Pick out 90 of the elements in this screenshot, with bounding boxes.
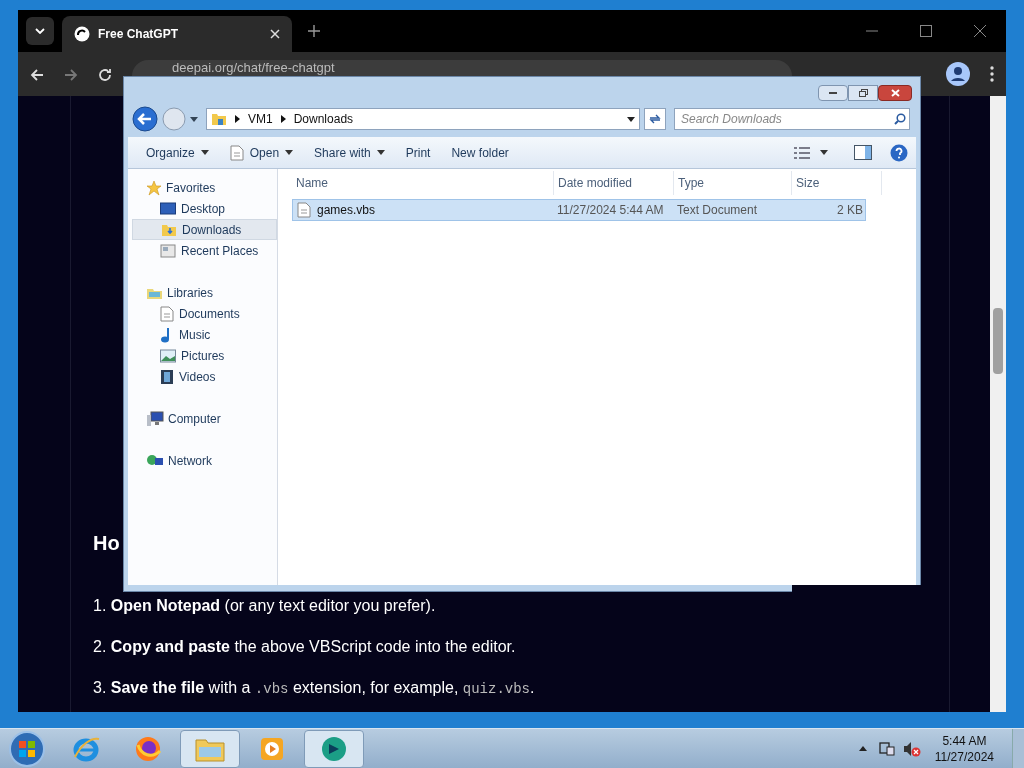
toolbar-button[interactable]: Print <box>397 140 439 165</box>
minimize-icon <box>829 92 837 94</box>
new-tab-icon[interactable] <box>308 25 320 37</box>
caret-icon <box>200 150 209 155</box>
close-button[interactable] <box>878 85 912 101</box>
clock-time: 5:44 AM <box>942 732 987 749</box>
close-icon[interactable] <box>974 25 986 37</box>
list-view-icon <box>794 146 810 159</box>
nav-item[interactable]: Pictures <box>132 345 277 366</box>
preview-pane-icon[interactable] <box>854 145 872 160</box>
refresh-button[interactable] <box>644 108 666 130</box>
toolbar-button[interactable]: Share with <box>306 140 393 165</box>
scroll-thumb[interactable] <box>993 308 1003 374</box>
dropdown-caret-icon[interactable] <box>627 116 635 122</box>
file-size: 2 KB <box>836 202 863 219</box>
nav-group-item[interactable]: Computer <box>132 408 277 429</box>
nav-item[interactable]: Desktop <box>132 198 277 219</box>
taskbar-app-button[interactable] <box>304 729 364 768</box>
breadcrumb[interactable]: VM1 <box>248 110 273 128</box>
nav-group-item[interactable]: Libraries <box>132 282 277 303</box>
profile-icon[interactable] <box>946 62 970 86</box>
pictures-icon <box>160 348 176 363</box>
close-icon <box>890 89 900 97</box>
nav-item[interactable]: Recent Places <box>132 240 277 261</box>
maximize-icon[interactable] <box>920 25 932 37</box>
clock[interactable]: 5:44 AM 11/27/2024 <box>934 732 994 765</box>
file-type: Text Document <box>676 202 759 219</box>
document-icon <box>229 144 244 161</box>
url-text: deepai.org/chat/free-chatgpt <box>172 61 335 75</box>
recent-places-icon <box>160 242 176 259</box>
nav-group-item[interactable]: Favorites <box>132 177 277 198</box>
document-icon <box>160 305 174 322</box>
forward-arrow-icon[interactable] <box>64 68 78 82</box>
chat-bubble-icon <box>319 734 349 763</box>
nav-item[interactable]: Videos <box>132 366 277 387</box>
section-heading: Ho <box>93 531 120 556</box>
file-name: games.vbs <box>317 202 376 219</box>
caret-icon <box>285 150 294 155</box>
tray-arrow-icon[interactable] <box>858 746 867 751</box>
toolbar-button[interactable]: New folder <box>443 140 517 165</box>
instruction-step: 3. Save the file with a .vbs extension, for example, quiz.vbs. <box>93 676 535 700</box>
instruction-step: 2. Copy and paste the above VBScript code into the editor. <box>93 635 516 659</box>
breadcrumb-arrow-icon <box>280 115 286 123</box>
address-bar[interactable]: deepai.org/chat/free-chatgpt <box>132 60 792 76</box>
toolbar-button[interactable]: Open <box>221 140 302 165</box>
computer-icon <box>146 410 164 427</box>
column-header[interactable]: Type <box>674 171 792 195</box>
browser-tab[interactable]: Free ChatGPT <box>62 16 292 52</box>
star-icon <box>146 179 162 196</box>
chat-logo-icon <box>74 26 90 42</box>
caret-icon <box>376 150 385 155</box>
more-menu-icon[interactable] <box>990 66 994 82</box>
document-icon <box>297 202 311 218</box>
windows-logo-icon <box>18 739 36 758</box>
toolbar-button[interactable]: Organize <box>138 140 217 165</box>
caret-icon <box>820 150 828 155</box>
minimize-button[interactable] <box>818 85 848 101</box>
nav-group-item[interactable]: Network <box>132 450 277 471</box>
network-icon[interactable] <box>878 740 895 757</box>
column-header[interactable]: Date modified <box>554 171 674 195</box>
breadcrumb-arrow-icon <box>235 115 240 123</box>
nav-item[interactable]: Music <box>132 324 277 345</box>
tab-title: Free ChatGPT <box>98 26 179 43</box>
column-header[interactable]: Size <box>792 171 882 195</box>
tab-list-button[interactable] <box>26 17 54 45</box>
muted-speaker-icon[interactable] <box>902 740 921 757</box>
clock-date: 11/27/2024 <box>934 748 994 765</box>
scrollbar[interactable] <box>990 96 1006 712</box>
instruction-step: 1. Open Notepad (or any text editor you prefer). <box>93 594 436 618</box>
file-row[interactable]: games.vbs 11/27/2024 5:44 AM Text Document 2 KB <box>292 199 866 221</box>
fox-globe-icon <box>134 734 162 763</box>
chevron-down-icon <box>35 28 45 34</box>
film-icon <box>160 368 174 385</box>
help-icon[interactable] <box>890 143 908 162</box>
nav-item[interactable]: Documents <box>132 303 277 324</box>
desktop-icon <box>160 201 176 216</box>
folder-icon <box>211 111 227 127</box>
refresh-icon <box>649 113 661 125</box>
address-field[interactable]: VM1 Downloads <box>206 108 640 130</box>
column-header[interactable]: Name <box>292 171 554 195</box>
restore-button[interactable] <box>848 85 878 101</box>
breadcrumb[interactable]: Downloads <box>293 110 354 128</box>
search-field[interactable]: Search Downloads <box>674 108 910 130</box>
reload-icon[interactable] <box>98 68 112 82</box>
start-button[interactable] <box>9 730 45 767</box>
history-caret-icon[interactable] <box>190 116 198 122</box>
file-date: 11/27/2024 5:44 AM <box>556 202 665 219</box>
nav-item[interactable]: Downloads <box>132 219 277 240</box>
media-player-icon <box>259 735 285 762</box>
restore-icon <box>858 89 868 97</box>
